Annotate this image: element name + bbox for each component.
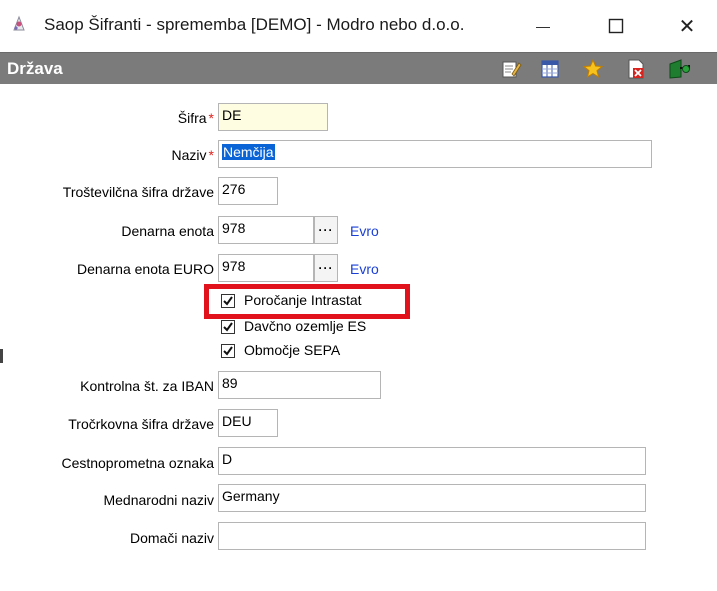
sepa-checkbox[interactable]: [221, 344, 235, 358]
denarna-enota-euro-field[interactable]: 978: [218, 254, 314, 282]
window-titlebar: Saop Šifranti - sprememba [DEMO] - Modro…: [0, 0, 717, 52]
exit-button[interactable]: [666, 57, 692, 81]
sifra-field[interactable]: DE: [218, 103, 328, 131]
delete-button[interactable]: [623, 57, 649, 81]
trocrkovna-field[interactable]: DEU: [218, 409, 278, 437]
davcno-ozemlje-label: Davčno ozemlje ES: [244, 318, 367, 334]
denarna-enota-currency-link[interactable]: Evro: [350, 223, 379, 239]
window-edge-divider: [0, 349, 3, 363]
checkmark-icon: [223, 346, 233, 356]
minimize-icon: —: [536, 18, 550, 34]
sepa-label: Območje SEPA: [244, 342, 341, 358]
davcno-ozemlje-checkbox[interactable]: [221, 320, 235, 334]
columns-icon: [541, 60, 559, 78]
naziv-field[interactable]: Nemčija: [218, 140, 652, 168]
denarna-enota-euro-picker-button[interactable]: ···: [314, 254, 338, 282]
domaci-naziv-field[interactable]: [218, 522, 646, 550]
form-header: Država: [0, 52, 717, 84]
cestnoprometna-field[interactable]: D: [218, 447, 646, 475]
trostevilcna-label: Troštevilčna šifra države: [62, 184, 214, 200]
checkmark-icon: [223, 322, 233, 332]
window-title: Saop Šifranti - sprememba [DEMO] - Modro…: [44, 15, 465, 34]
mednarodni-naziv-label: Mednarodni naziv: [103, 492, 214, 508]
kontrolna-iban-field[interactable]: 89: [218, 371, 381, 399]
cestnoprometna-label: Cestnoprometna oznaka: [61, 455, 214, 471]
delete-icon: [628, 59, 644, 79]
favorite-star-icon: [582, 58, 604, 79]
app-logo-icon: [8, 14, 30, 36]
edit-icon: [502, 61, 522, 78]
maximize-button[interactable]: [593, 8, 639, 44]
kontrolna-iban-label: Kontrolna št. za IBAN: [80, 378, 214, 394]
trocrkovna-label: Tročrkovna šifra države: [68, 416, 214, 432]
domaci-naziv-label: Domači naziv: [129, 530, 214, 546]
denarna-enota-euro-currency-link[interactable]: Evro: [350, 261, 379, 277]
denarna-enota-field[interactable]: 978: [218, 216, 314, 244]
naziv-value: Nemčija: [222, 144, 275, 160]
exit-icon: [669, 59, 690, 79]
mednarodni-naziv-field[interactable]: Germany: [218, 484, 646, 512]
form-title: Država: [7, 59, 63, 78]
close-icon: ✕: [678, 15, 696, 38]
denarna-enota-label: Denarna enota: [121, 223, 214, 239]
denarna-enota-euro-label: Denarna enota EURO: [77, 261, 214, 277]
denarna-enota-picker-button[interactable]: ···: [314, 216, 338, 244]
favorite-button[interactable]: [580, 57, 606, 81]
close-button[interactable]: ✕: [664, 8, 710, 44]
minimize-button[interactable]: —: [520, 8, 566, 44]
naziv-label: Naziv *: [171, 147, 214, 163]
columns-button[interactable]: [537, 57, 563, 81]
highlight-annotation: [204, 284, 410, 319]
sifra-label: Šifra *: [177, 110, 214, 126]
edit-button[interactable]: [498, 57, 524, 81]
maximize-icon: [608, 18, 624, 34]
trostevilcna-field[interactable]: 276: [218, 177, 278, 205]
